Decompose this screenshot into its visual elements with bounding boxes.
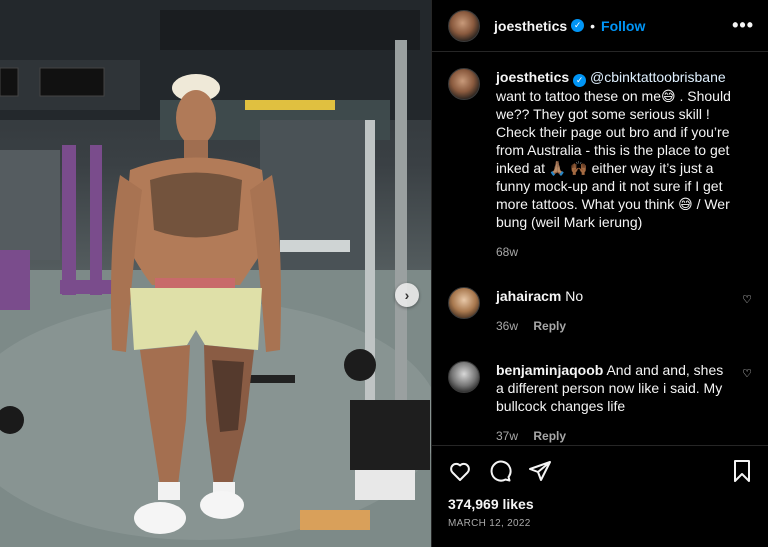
heart-icon[interactable]: ♡ [742, 293, 752, 306]
separator-dot: • [590, 17, 596, 34]
follow-button[interactable]: Follow [601, 18, 645, 34]
post-header: joesthetics ✓ • Follow ••• [432, 0, 768, 52]
heart-icon[interactable]: ♡ [742, 367, 752, 380]
reply-button[interactable]: Reply [533, 429, 566, 443]
avatar[interactable] [448, 360, 480, 393]
avatar[interactable] [448, 68, 480, 100]
caption-body: joesthetics ✓ @cbinktattoobrisbane want t… [496, 68, 734, 261]
post-side-panel: joesthetics ✓ • Follow ••• joesthetics ✓ … [431, 0, 768, 547]
share-icon[interactable] [528, 459, 552, 488]
heart-icon[interactable] [448, 459, 472, 488]
caption-age[interactable]: 68w [496, 245, 518, 259]
post-actions: 374,969 likes MARCH 12, 2022 [432, 445, 768, 529]
comment-row: benjaminjaqoob And and and, shes a diffe… [448, 360, 752, 445]
verified-badge-icon: ✓ [573, 73, 587, 87]
avatar[interactable] [448, 286, 480, 319]
comment-meta: 37w Reply [496, 427, 734, 445]
post-date[interactable]: MARCH 12, 2022 [448, 518, 753, 529]
comment-username[interactable]: jahairacm [496, 288, 561, 304]
comment-row: jahairacm No 36w Reply ♡ [448, 286, 752, 335]
verified-badge-icon: ✓ [571, 19, 585, 32]
comment-meta: 36w Reply [496, 317, 734, 335]
comment-username[interactable]: benjaminjaqoob [496, 362, 603, 378]
more-options-icon[interactable]: ••• [732, 15, 754, 36]
author-username[interactable]: joesthetics [494, 18, 567, 34]
comment-body: jahairacm No 36w Reply [496, 287, 734, 335]
chevron-right-icon: › [404, 287, 410, 303]
comment-icon[interactable] [488, 459, 512, 488]
comment-age[interactable]: 37w [496, 429, 518, 443]
next-photo-button[interactable]: › [395, 283, 419, 307]
caption-text: want to tattoo these on me😅 . Should we?… [496, 87, 731, 230]
bookmark-icon[interactable] [731, 459, 753, 488]
likes-count[interactable]: 374,969 likes [448, 496, 753, 512]
action-icons [448, 459, 753, 488]
caption-row: joesthetics ✓ @cbinktattoobrisbane want t… [448, 68, 752, 261]
comment-body: benjaminjaqoob And and and, shes a diffe… [496, 361, 734, 445]
caption-mention[interactable]: @cbinktattoobrisbane [590, 69, 726, 85]
avatar[interactable] [448, 9, 480, 42]
comments-list: joesthetics ✓ @cbinktattoobrisbane want t… [432, 52, 768, 445]
comment-age[interactable]: 36w [496, 319, 518, 333]
caption-username[interactable]: joesthetics [496, 69, 569, 85]
gym-photo-illustration [0, 0, 431, 547]
reply-button[interactable]: Reply [533, 319, 566, 333]
caption-meta: 68w [496, 243, 734, 261]
comment-text: No [565, 287, 584, 304]
post-photo[interactable]: › [0, 0, 431, 547]
